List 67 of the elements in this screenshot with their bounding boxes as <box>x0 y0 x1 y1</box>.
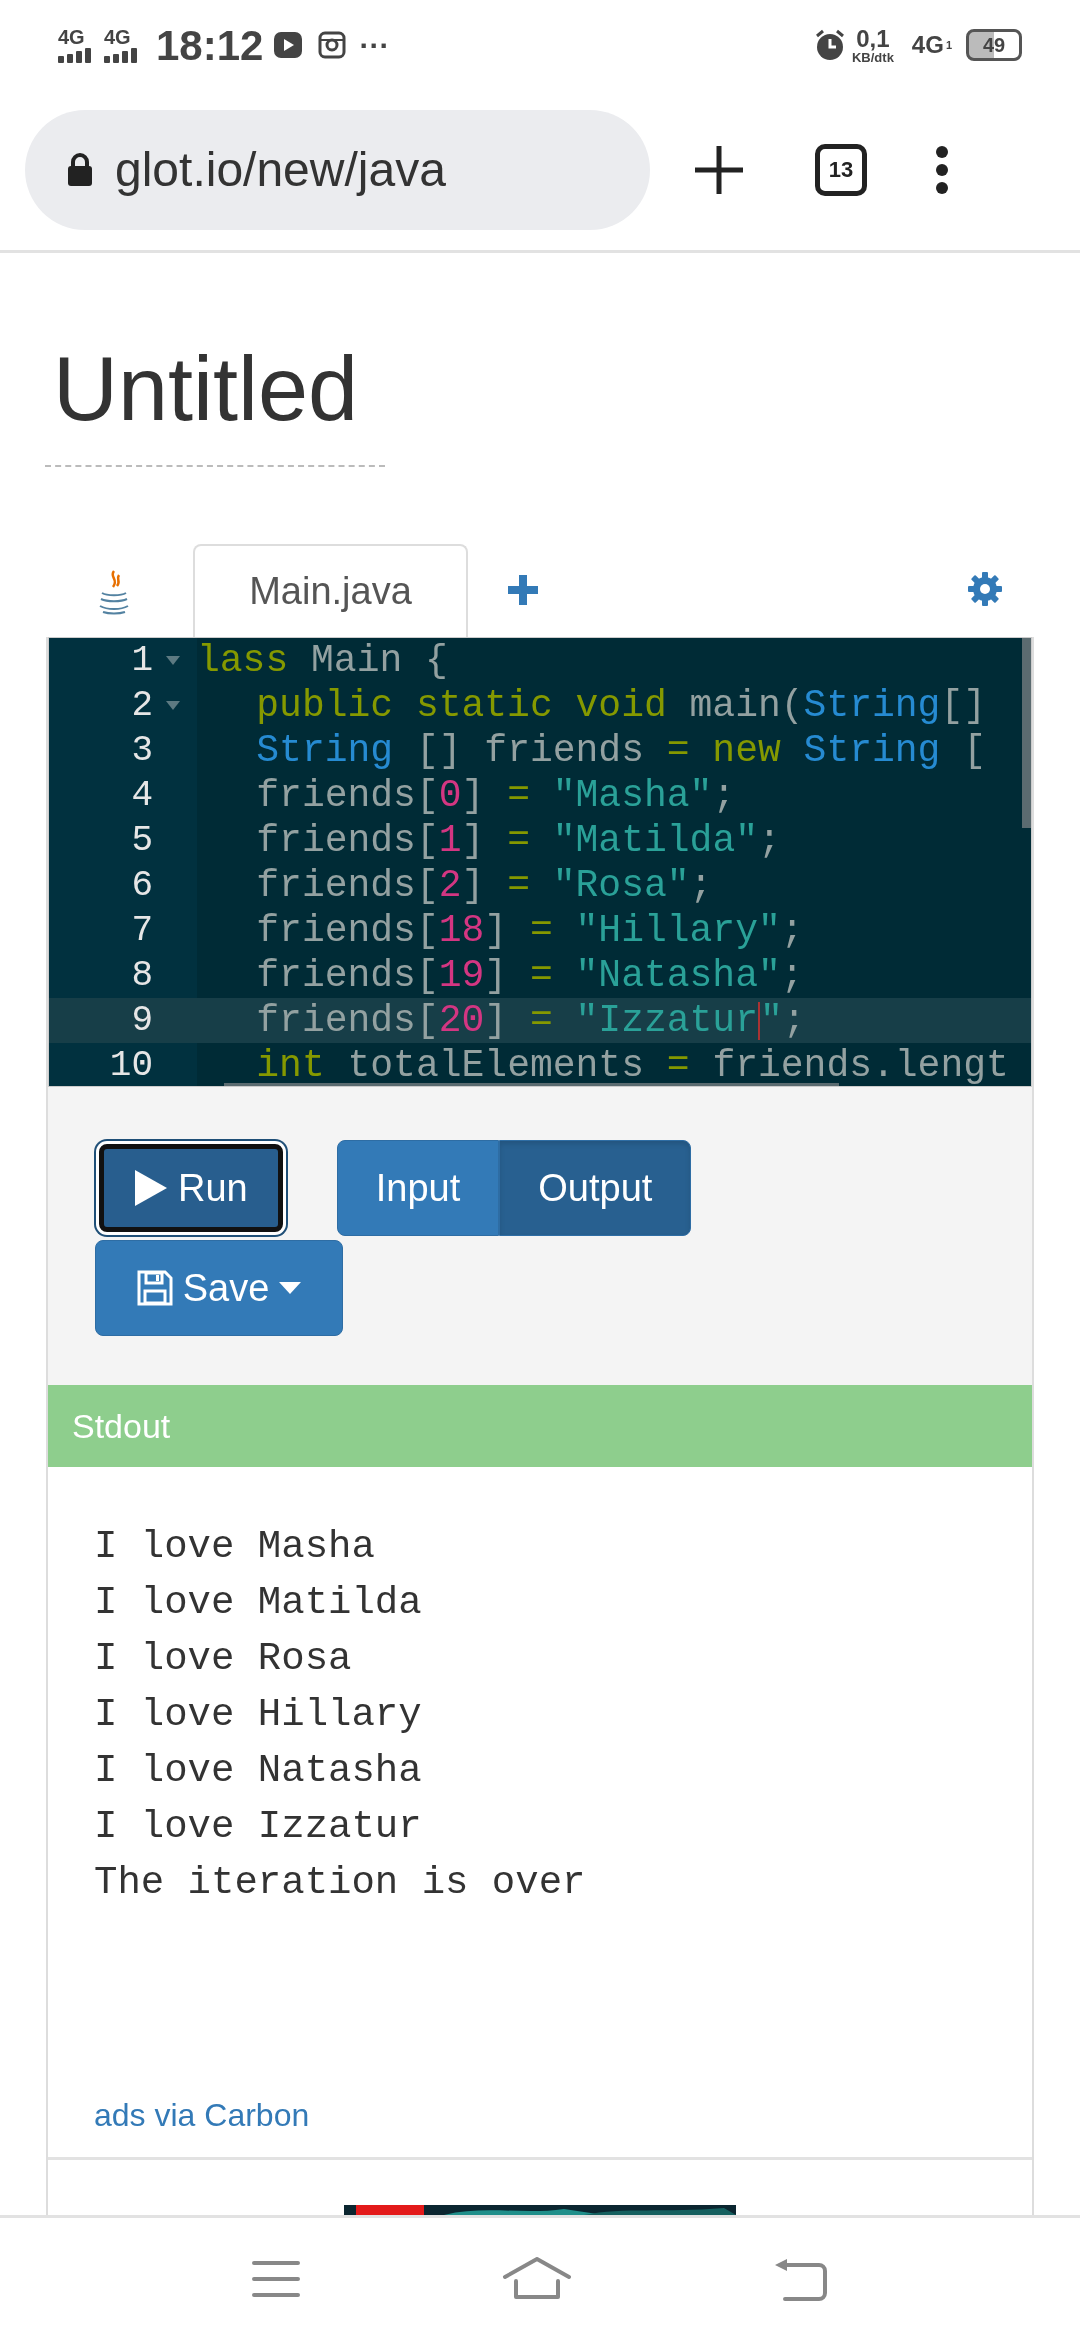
output-line: I love Masha <box>94 1524 376 1571</box>
lock-icon <box>67 153 93 187</box>
network-label: 4G <box>911 30 944 60</box>
ads-link[interactable]: ads via Carbon <box>94 2091 1002 2157</box>
scrollbar-thumb[interactable] <box>224 1083 839 1086</box>
tab-count-button[interactable]: 13 <box>815 144 867 196</box>
output-line: I love Matilda <box>94 1580 423 1627</box>
code-line: friends[20] = "Izzatur"; <box>256 1001 806 1040</box>
line-number: 6 <box>130 863 153 908</box>
network-label: 4G <box>58 27 85 47</box>
output-line: I love Hillary <box>94 1692 423 1739</box>
output-line: I love Natasha <box>94 1748 423 1795</box>
network-label: 4G <box>104 27 131 47</box>
alarm-clock-icon <box>813 29 846 61</box>
code-line: friends[2] = "Rosa"; <box>256 867 713 904</box>
play-icon <box>273 30 304 60</box>
file-tab[interactable]: Main.java <box>193 544 468 637</box>
code-line: int totalElements = friends.lengt <box>256 1047 1009 1084</box>
line-number: 3 <box>130 728 153 773</box>
code-line: String [] friends = new String [ <box>256 732 987 769</box>
play-icon <box>134 1169 168 1207</box>
line-number: 7 <box>130 908 153 953</box>
back-icon[interactable] <box>773 2257 830 2301</box>
title-field[interactable]: Untitled <box>45 321 385 467</box>
line-number: 9 <box>130 998 153 1043</box>
output-line: I love Izzatur <box>94 1804 423 1851</box>
coffee-cup-icon[interactable] <box>97 569 131 615</box>
line-number: 1 <box>130 638 153 683</box>
sim-number: 1 <box>945 37 952 53</box>
fold-arrow-icon[interactable] <box>166 656 180 665</box>
code-line: public static void main(String[] <box>256 687 987 724</box>
code-line: friends[0] = "Masha"; <box>256 777 736 814</box>
code-line: friends[18] = "Hillary"; <box>256 912 804 949</box>
battery-indicator: 49 <box>966 29 1022 61</box>
menu-icon[interactable] <box>250 2259 301 2299</box>
signal-icon <box>104 47 138 63</box>
more-menu-icon[interactable] <box>935 145 949 195</box>
fold-arrow-icon[interactable] <box>166 701 180 710</box>
code-line: friends[1] = "Matilda"; <box>256 822 781 859</box>
code-line: lass Main { <box>197 642 448 679</box>
data-rate: 0,1 <box>856 26 890 51</box>
url-text: glot.io/new/java <box>115 142 446 198</box>
code-line: friends[19] = "Natasha"; <box>256 957 804 994</box>
signal-icon <box>58 47 92 63</box>
code-editor[interactable] <box>48 637 1032 1087</box>
line-number: 5 <box>130 818 153 863</box>
output-line: I love Rosa <box>94 1636 353 1683</box>
home-icon[interactable] <box>502 2257 572 2301</box>
settings-icon[interactable] <box>967 571 1003 607</box>
more-notifications: ··· <box>359 27 390 64</box>
status-time: 18:12 <box>156 20 264 71</box>
save-button[interactable]: Save <box>95 1240 343 1336</box>
line-number: 2 <box>130 683 153 728</box>
new-tab-icon[interactable] <box>693 144 745 196</box>
camera-icon <box>317 30 348 60</box>
output-header: Stdout <box>48 1385 1032 1467</box>
address-bar[interactable]: glot.io/new/java <box>25 110 650 230</box>
line-number: 8 <box>130 953 153 998</box>
scrollbar-thumb[interactable] <box>1022 638 1031 828</box>
line-number: 4 <box>130 773 153 818</box>
output-line: The iteration is over <box>94 1860 587 1907</box>
caret-icon <box>279 1282 302 1294</box>
view-toggle[interactable]: Input <box>336 1140 500 1236</box>
plus-icon[interactable] <box>506 573 540 607</box>
data-unit: KB/dtk <box>851 50 894 64</box>
line-number: 10 <box>108 1043 153 1086</box>
view-toggle[interactable]: Output <box>499 1140 692 1236</box>
